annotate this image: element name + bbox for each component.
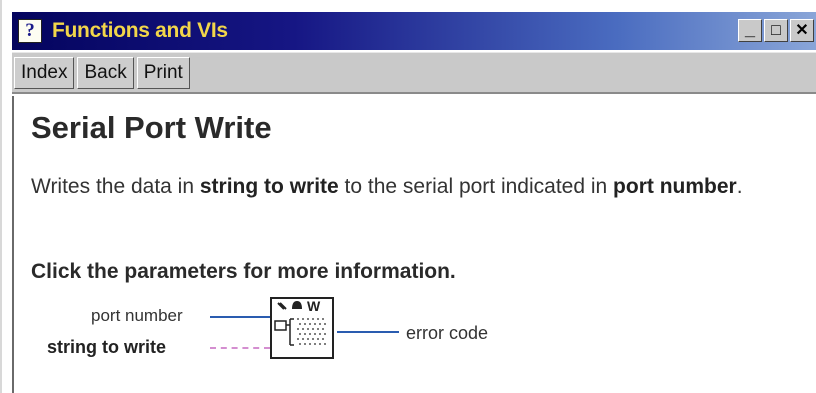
help-window: ? Functions and VIs _ □ ✕ Index Back Pri… [0,0,816,393]
string-to-write-wire [210,347,270,349]
print-button[interactable]: Print [136,56,190,89]
close-button[interactable]: ✕ [790,19,814,42]
description: Writes the data in string to write to th… [31,171,811,202]
string-to-write-term: string to write [199,175,339,198]
description-text: to the serial port indicated in [338,175,614,198]
string-to-write-link[interactable]: string to write [47,337,166,358]
help-question-icon: ? [18,19,42,43]
port-number-term: port number [613,175,737,198]
port-number-link[interactable]: port number [91,306,183,326]
title-bar[interactable]: ? Functions and VIs _ □ ✕ [12,12,816,50]
window-controls: _ □ ✕ [738,19,814,42]
click-parameters-info: Click the parameters for more informatio… [31,260,456,283]
description-text: . [736,175,743,198]
error-code-wire [337,331,399,333]
maximize-button[interactable]: □ [764,19,788,42]
description-text: Writes the data in [31,175,200,198]
back-button[interactable]: Back [77,56,134,89]
connector-pane-diagram: port number string to write W error code [14,292,816,392]
svg-text:W: W [307,298,321,314]
serial-port-write-vi-icon[interactable]: W [270,297,334,359]
minimize-button[interactable]: _ [738,19,762,42]
port-number-wire [210,316,270,318]
toolbar: Index Back Print [12,52,816,94]
page-title: Serial Port Write [31,110,272,145]
index-button[interactable]: Index [14,56,75,89]
error-code-link[interactable]: error code [406,323,488,344]
help-content: Serial Port Write Writes the data in str… [12,96,816,393]
window-title: Functions and VIs [52,19,228,42]
